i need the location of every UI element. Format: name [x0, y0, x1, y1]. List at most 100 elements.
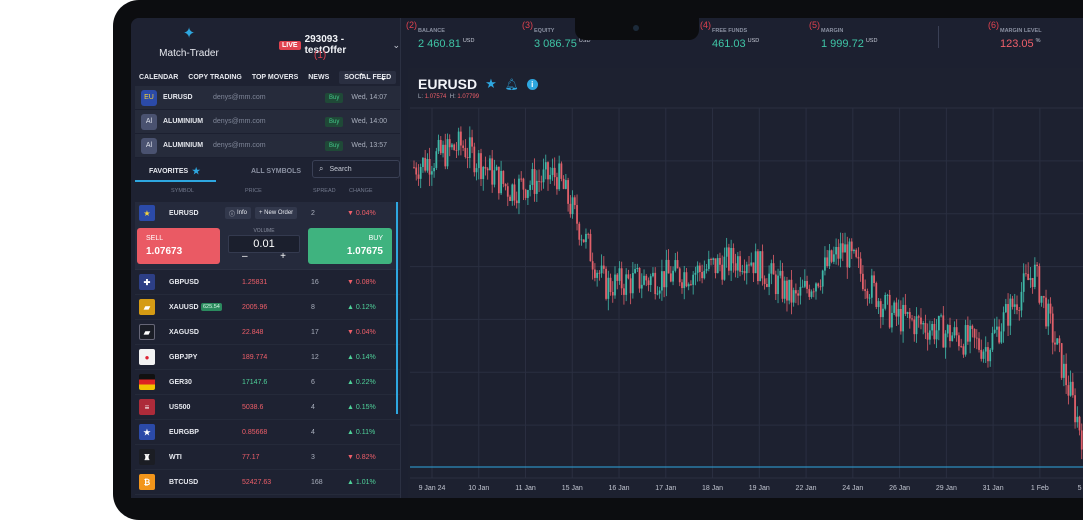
- candle-body: [1016, 304, 1018, 311]
- nav-social-feed[interactable]: SOCIAL FEED: [339, 70, 397, 84]
- feed-item[interactable]: Al ALUMINIUM denys@mm.com Buy Wed, 14:00: [135, 110, 400, 134]
- aluminium-icon: Al: [141, 137, 157, 154]
- metric-label: MARGIN LEVEL: [1000, 28, 1042, 34]
- account-selector[interactable]: LIVE 293093 - testOffer ⌄: [279, 34, 400, 56]
- instrument-spread: 16: [311, 278, 319, 286]
- feed-item[interactable]: Al ALUMINIUM denys@mm.com Buy Wed, 13:57: [135, 134, 400, 158]
- candle-body: [419, 166, 422, 179]
- candle-body: [506, 186, 509, 197]
- volume-input[interactable]: 0.01: [228, 235, 300, 253]
- selected-instrument[interactable]: ★ EURUSD ⓘ Info + New Order 2 ▼ 0.04% SEL…: [135, 202, 400, 270]
- star-icon[interactable]: ★: [485, 76, 497, 92]
- feed-user: denys@mm.com: [213, 118, 266, 125]
- candle-body: [1036, 264, 1038, 267]
- candle-body: [513, 184, 516, 201]
- candle-body: [594, 269, 596, 278]
- candle-body: [466, 156, 469, 158]
- instrument-spread: 168: [311, 478, 323, 486]
- feed-item[interactable]: EU EURUSD denys@mm.com Buy Wed, 14:07: [135, 86, 400, 110]
- x-tick-label: 29 Jan: [936, 485, 957, 492]
- candle-body: [437, 139, 440, 152]
- brand-logo[interactable]: ✦ Match-Trader: [149, 26, 229, 66]
- candle-body: [1056, 338, 1059, 345]
- instrument-scrollbar[interactable]: [396, 202, 398, 414]
- candle-body: [585, 233, 587, 243]
- info-icon[interactable]: i: [526, 78, 538, 90]
- candle-body: [652, 272, 654, 277]
- eu-flag-icon: ★: [139, 205, 155, 221]
- candle-body: [448, 139, 451, 148]
- instrument-row[interactable]: GER30 17147.6 6 ▲ 0.22%: [135, 370, 400, 395]
- instrument-change: ▲ 0.14%: [347, 353, 376, 361]
- x-tick-label: 26 Jan: [889, 485, 910, 492]
- ohlc-readout: L: 1.07574 H: 1.07799: [418, 94, 479, 100]
- candle-body: [1018, 310, 1021, 311]
- candle-body: [1022, 273, 1025, 292]
- volume-decrease-button[interactable]: –: [242, 252, 248, 262]
- candle-body: [576, 205, 578, 224]
- bell-icon[interactable]: 🔔︎: [505, 78, 519, 91]
- search-box[interactable]: ⌕: [312, 160, 400, 178]
- candle-body: [853, 249, 855, 252]
- info-button[interactable]: ⓘ Info: [225, 207, 252, 219]
- candle-body: [741, 271, 744, 272]
- instrument-row[interactable]: ♜ WTI 77.17 3 ▼ 0.82%: [135, 445, 400, 470]
- instrument-row[interactable]: ★ EURGBP 0.85668 4 ▲ 0.11%: [135, 420, 400, 445]
- chevron-up-icon[interactable]: ⌃: [357, 72, 365, 83]
- candlestick-plot[interactable]: 9 Jan 24 10 Jan 11 Jan 15 Jan 16 Jan 17 Jan 18…: [408, 68, 1083, 498]
- metric-currency: USD: [462, 38, 475, 45]
- candle-body: [719, 258, 721, 265]
- candle-body: [897, 308, 900, 317]
- candle-body: [1025, 273, 1027, 275]
- search-input[interactable]: [329, 165, 390, 173]
- price-chart[interactable]: 9 Jan 24 10 Jan 11 Jan 15 Jan 16 Jan 17 Jan 18…: [408, 68, 1083, 498]
- metric-value: 2 460.81 USD: [418, 38, 474, 50]
- candle-body: [444, 144, 447, 167]
- instrument-row[interactable]: ₿ BTCUSD 52427.63 168 ▲ 1.01%: [135, 470, 400, 495]
- candle-body: [678, 268, 681, 283]
- nav-top-movers[interactable]: TOP MOVERS: [252, 74, 298, 81]
- candle-body: [940, 315, 942, 317]
- nav-copy-trading[interactable]: COPY TRADING: [188, 74, 242, 81]
- buy-button[interactable]: BUY 1.07675: [308, 228, 392, 264]
- candle-body: [754, 251, 757, 274]
- new-order-button[interactable]: + New Order: [255, 207, 298, 219]
- candle-body: [442, 144, 444, 154]
- instrument-row[interactable]: ● GBPJPY 189.774 12 ▲ 0.14%: [135, 345, 400, 370]
- candle-body: [745, 264, 748, 274]
- instrument-row[interactable]: ✚ GBPUSD 1.25831 16 ▼ 0.08%: [135, 270, 400, 295]
- chevron-down-icon[interactable]: ⌄: [379, 72, 387, 83]
- candle-body: [1033, 264, 1036, 287]
- sell-price: 1.07673: [146, 246, 183, 257]
- candle-body: [1040, 296, 1043, 303]
- metric-free-funds: (4) FREE FUNDS 461.03 USD: [700, 18, 759, 50]
- candle-body: [661, 271, 663, 291]
- instrument-row[interactable]: ▰ XAGUSD 22.848 17 ▼ 0.04%: [135, 320, 400, 345]
- volume-increase-button[interactable]: +: [280, 252, 286, 262]
- candle-body: [634, 269, 636, 273]
- instrument-row[interactable]: ≡ US500 5038.6 4 ▲ 0.15%: [135, 395, 400, 420]
- candle-body: [891, 312, 893, 328]
- candle-body: [460, 131, 462, 146]
- metric-currency: USD: [865, 38, 878, 45]
- instrument-row[interactable]: ▰ XAUUSD 625.54 2005.96 8 ▲ 0.12%: [135, 295, 400, 320]
- candle-body: [732, 247, 735, 264]
- gold-bar-icon: ▰: [139, 299, 155, 315]
- sell-button[interactable]: SELL 1.07673: [137, 228, 220, 264]
- instrument-change: ▲ 0.11%: [347, 428, 376, 436]
- chart-symbol: EURUSD: [418, 76, 478, 92]
- nav-news[interactable]: NEWS: [308, 74, 329, 81]
- feed-symbol: ALUMINIUM: [163, 118, 204, 125]
- candle-body: [795, 290, 797, 294]
- candle-body: [571, 197, 574, 215]
- feed-time: Wed, 13:57: [351, 142, 388, 149]
- tab-favorites[interactable]: FAVORITES ★: [134, 162, 217, 182]
- tab-all-symbols[interactable]: ALL SYMBOLS: [251, 162, 301, 180]
- instrument-symbol: XAUUSD: [169, 303, 199, 311]
- candle-body: [1029, 278, 1032, 281]
- candle-body: [743, 271, 746, 274]
- candle-body: [862, 273, 864, 290]
- candle-body: [757, 251, 759, 282]
- nav-calendar[interactable]: CALENDAR: [139, 74, 178, 81]
- feed-action-badge: Buy: [325, 92, 344, 103]
